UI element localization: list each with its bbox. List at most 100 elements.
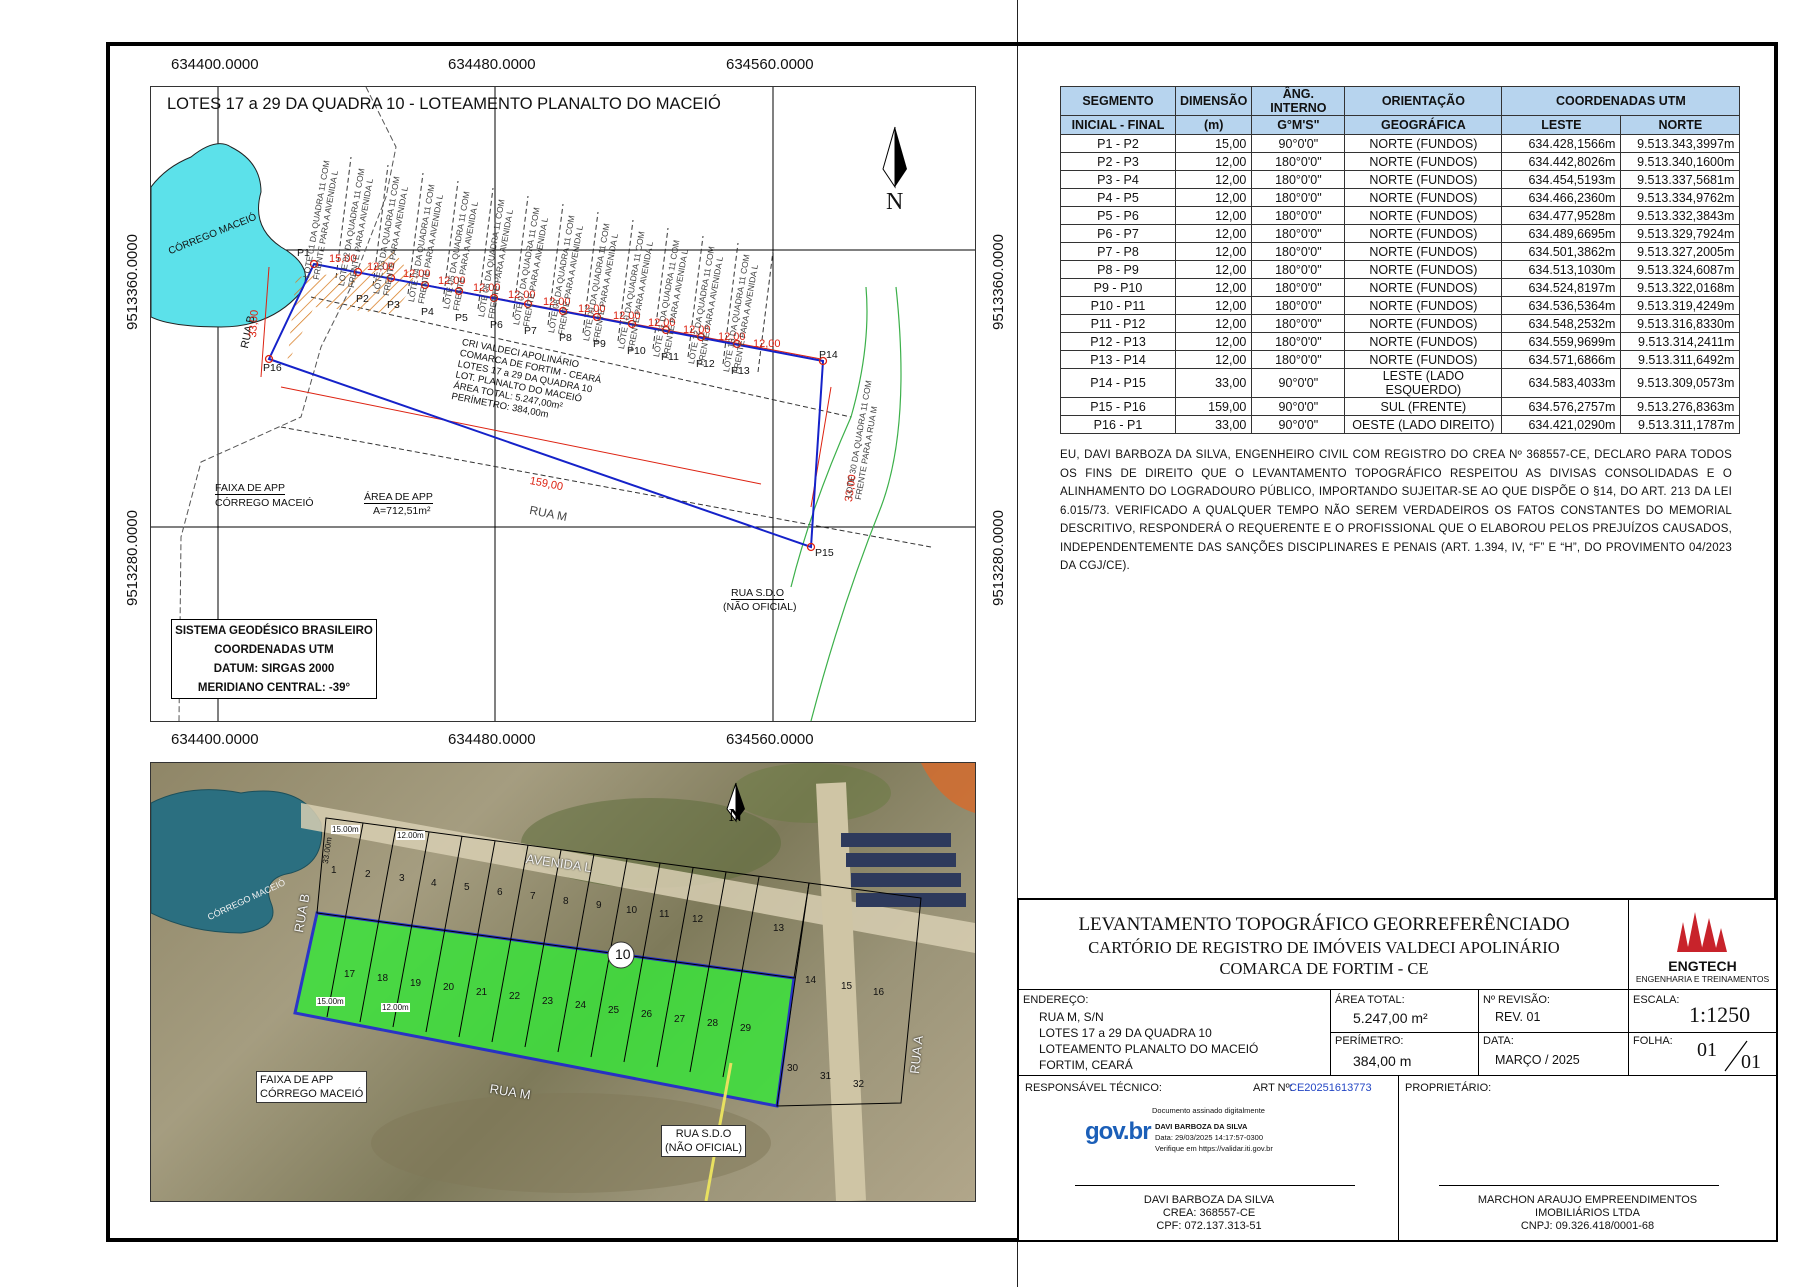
y-coord-right-2: 9513280.0000: [990, 510, 1007, 606]
sgb-line: MERIDIANO CENTRAL: -39°: [197, 682, 351, 694]
sgb-line: COORDENADAS UTM: [214, 644, 334, 656]
angle-cell: 180°0'0": [1251, 242, 1346, 261]
endereco-label: ENDEREÇO:: [1023, 994, 1089, 1006]
lot-number: 21: [476, 987, 488, 998]
angle-cell: 180°0'0": [1251, 296, 1346, 315]
logo-area: ENGTECH ENGENHARIA E TREINAMENTOS: [1629, 900, 1776, 990]
segment-table: SEGMENTO DIMENSÃO ÂNG. INTERNO ORIENTAÇÃ…: [1060, 86, 1741, 434]
angle-cell: 90°0'0": [1251, 368, 1346, 398]
north-arrow-shape: [895, 127, 907, 187]
lot-number: 13: [773, 923, 785, 934]
proprietario-label: PROPRIETÁRIO:: [1405, 1082, 1492, 1094]
dimension-cell: 159,00: [1174, 397, 1253, 416]
signed-doc-label: Documento assinado digitalmente: [1152, 1106, 1265, 1115]
table-row: P14 - P15 33,00 90°0'0" LESTE (LADO ESQUERD…: [1060, 368, 1741, 398]
north-arrow-shape: [882, 126, 896, 189]
govbr-text: gov.br: [1085, 1118, 1152, 1145]
geodetic-system-box: SISTEMA GEODÉSICO BRASILEIRO COORDENADAS…: [171, 619, 377, 699]
engtech-logo-icon: [1677, 912, 1727, 952]
data-value: MARÇO / 2025: [1495, 1053, 1580, 1067]
logo-name: ENGTECH: [1668, 958, 1737, 974]
responsavel-cell: RESPONSÁVEL TÉCNICO: ART Nº: CE202516137…: [1019, 1076, 1399, 1240]
title-line-3: COMARCA DE FORTIM - CE: [1219, 959, 1429, 978]
govbr-logo: gov.br: [1085, 1118, 1152, 1146]
rua-sdo-line1: RUA S.D.O: [731, 587, 785, 600]
revisao-value: REV. 01: [1495, 1010, 1541, 1024]
lot-number: 2: [365, 869, 371, 880]
rua-sdo-line2: (NÃO OFICIAL): [723, 601, 797, 613]
x-coord-bottom-3: 634560.0000: [726, 731, 814, 748]
photo-faixa-line2: CÓRREGO MACEIÓ: [260, 1088, 364, 1100]
lot-number: 20: [443, 982, 455, 993]
east-cell: 634.442,8026m: [1501, 152, 1622, 171]
segment-cell: P10 - P11: [1060, 296, 1176, 315]
dimension-cell: 15,00: [1174, 134, 1253, 153]
table-header: DIMENSÃO: [1174, 86, 1253, 116]
owner-signature-line: [1439, 1185, 1719, 1186]
angle-cell: 180°0'0": [1251, 224, 1346, 243]
lot-number: 4: [431, 878, 437, 889]
angle-cell: 90°0'0": [1251, 134, 1346, 153]
sgb-line: SISTEMA GEODÉSICO BRASILEIRO: [175, 625, 373, 637]
north-cell: 9.513.309,0573m: [1620, 368, 1741, 398]
table-row: P2 - P3 12,00 180°0'0" NORTE (FUNDOS) 634.44…: [1060, 152, 1741, 171]
revisao-cell: Nº REVISÃO: REV. 01: [1479, 990, 1629, 1033]
photo-dim-label: 15.00m: [316, 997, 345, 1006]
lot-number: 26: [641, 1009, 653, 1020]
signature-date: Data: 29/03/2025 14:17:57-0300: [1155, 1133, 1264, 1142]
lot-number: 25: [608, 1005, 620, 1016]
perimetro-label: PERÍMETRO:: [1335, 1035, 1404, 1047]
photo-sdo-line1: RUA S.D.O: [675, 1128, 732, 1140]
dimension-cell: 12,00: [1174, 206, 1253, 225]
point-label-p16: P16: [263, 362, 282, 374]
east-cell: 634.501,3862m: [1501, 242, 1622, 261]
table-row: P8 - P9 12,00 180°0'0" NORTE (FUNDOS) 634.51…: [1060, 260, 1741, 279]
lot-number: 24: [575, 1000, 587, 1011]
north-cell: 9.513.332,3843m: [1620, 206, 1741, 225]
perimetro-value: 384,00 m: [1353, 1053, 1412, 1069]
north-cell: 9.513.324,6087m: [1620, 260, 1741, 279]
dimension-cell: 12,00: [1174, 224, 1253, 243]
segment-cell: P13 - P14: [1060, 350, 1176, 369]
dimension-cell: 12,00: [1174, 332, 1253, 351]
escala-value: 1:1250: [1689, 1002, 1751, 1027]
east-cell: 634.576,2757m: [1501, 397, 1622, 416]
segment-cell: P6 - P7: [1060, 224, 1176, 243]
table-header: LESTE: [1501, 115, 1622, 135]
title-line-1: LEVANTAMENTO TOPOGRÁFICO GEORREFERÊNCIAD…: [1078, 914, 1570, 935]
east-cell: 634.466,2360m: [1501, 188, 1622, 207]
table-row: P15 - P16 159,00 90°0'0" SUL (FRENTE) 634.57…: [1060, 397, 1741, 416]
segment-cell: P14 - P15: [1060, 368, 1176, 398]
art-value: CE20251613773: [1289, 1082, 1372, 1094]
segment-cell: P7 - P8: [1060, 242, 1176, 261]
perimetro-cell: PERÍMETRO: 384,00 m: [1331, 1033, 1479, 1076]
faixa-app-line2: CÓRREGO MACEIÓ: [215, 497, 314, 509]
east-cell: 634.571,6866m: [1501, 350, 1622, 369]
angle-cell: 180°0'0": [1251, 206, 1346, 225]
lot-number: 31: [820, 1071, 832, 1082]
angle-cell: 180°0'0": [1251, 278, 1346, 297]
photo-dim-label: 12.00m: [396, 831, 425, 840]
dimension-cell: 12,00: [1174, 152, 1253, 171]
photo-faixa-line1: FAIXA DE APP: [260, 1074, 334, 1086]
table-row: P12 - P13 12,00 180°0'0" NORTE (FUNDOS) 634.…: [1060, 332, 1741, 351]
lot-number: 29: [740, 1023, 752, 1034]
table-header-row: SEGMENTO DIMENSÃO ÂNG. INTERNO ORIENTAÇÃ…: [1060, 86, 1741, 116]
dimension-cell: 33,00: [1174, 415, 1253, 434]
dimension-cell: 12,00: [1174, 296, 1253, 315]
table-row: P1 - P2 15,00 90°0'0" NORTE (FUNDOS) 634.428…: [1060, 134, 1741, 153]
dimension-cell: 12,00: [1174, 314, 1253, 333]
table-row: P11 - P12 12,00 180°0'0" NORTE (FUNDOS) 634.…: [1060, 314, 1741, 333]
table-header: NORTE: [1620, 115, 1741, 135]
orientation-cell: LESTE (LADO ESQUERDO): [1344, 368, 1503, 398]
dimension-cell: 12,00: [1174, 242, 1253, 261]
dimension-cell: 12,00: [1174, 278, 1253, 297]
north-cell: 9.513.311,6492m: [1620, 350, 1741, 369]
table-row: P4 - P5 12,00 180°0'0" NORTE (FUNDOS) 634.46…: [1060, 188, 1741, 207]
east-cell: 634.428,1566m: [1501, 134, 1622, 153]
resp-crea: CREA: 368557-CE: [1162, 1207, 1256, 1219]
dimension-cell: 12,00: [1174, 188, 1253, 207]
app-area-value: A=712,51m²: [373, 505, 431, 517]
lot-number: 32: [853, 1079, 865, 1090]
north-cell: 9.513.319,4249m: [1620, 296, 1741, 315]
